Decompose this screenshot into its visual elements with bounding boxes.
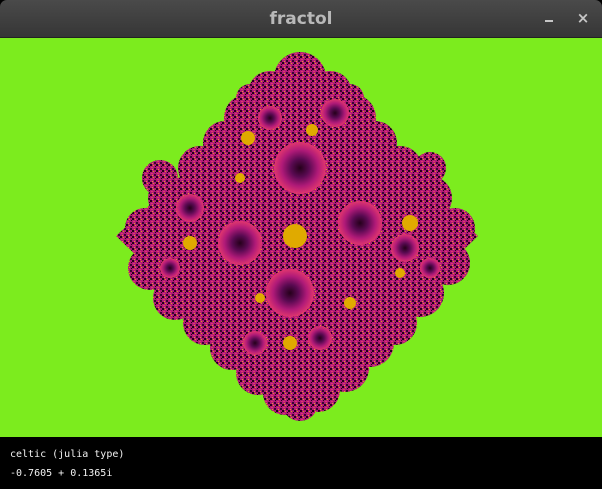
fractal-highlight [283, 224, 307, 248]
complex-parameter-label: -0.7605 + 0.1365i [10, 468, 113, 479]
fractal-core [274, 142, 326, 194]
fractal-core [321, 99, 349, 127]
fractal-lobe [142, 160, 178, 196]
fractal-core [308, 326, 332, 350]
fractal-highlight [241, 131, 255, 145]
fractal-lobe [125, 208, 165, 248]
window-title: fractol [269, 9, 333, 29]
fractal-highlight [395, 268, 405, 278]
fractal-core [391, 234, 419, 262]
app-window: fractol × celtic (julia type) -0.7605 + … [0, 0, 602, 489]
fractal-core [218, 221, 262, 265]
close-icon: × [576, 9, 590, 27]
fractal-highlight [306, 124, 318, 136]
fractal-canvas[interactable] [0, 38, 602, 437]
fractal-highlight [235, 173, 245, 183]
fractal-name-label: celtic (julia type) [10, 449, 125, 460]
fractal-highlight [402, 215, 418, 231]
close-button[interactable]: × [573, 9, 593, 29]
fractal-core [420, 258, 440, 278]
minimize-icon [545, 20, 553, 22]
fractal-core [338, 201, 382, 245]
fractal-lobe [414, 152, 446, 184]
fractal-core [266, 269, 314, 317]
fractal-core [258, 106, 282, 130]
fractal-lobe [236, 84, 264, 112]
fractal-core [243, 331, 267, 355]
info-panel: celtic (julia type) -0.7605 + 0.1365i [0, 437, 602, 489]
fractal-core [160, 258, 180, 278]
fractal-lobe [282, 385, 318, 421]
fractal-lobe [435, 208, 475, 248]
fractal-highlight [255, 293, 265, 303]
title-bar[interactable]: fractol × [0, 0, 602, 38]
fractal-highlight [283, 336, 297, 350]
fractal-highlight [183, 236, 197, 250]
fractal-image [0, 38, 602, 437]
fractal-core [176, 194, 204, 222]
fractal-highlight [344, 297, 356, 309]
minimize-button[interactable] [539, 9, 559, 29]
